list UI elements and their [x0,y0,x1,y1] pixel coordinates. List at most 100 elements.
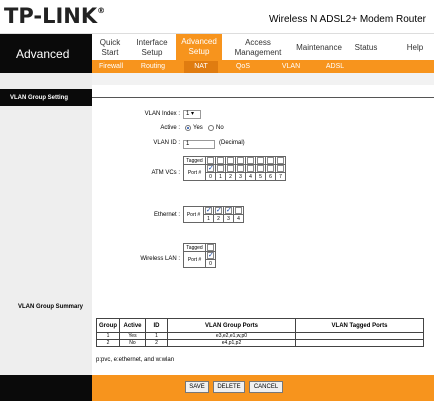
atm-port-checkbox[interactable] [277,165,284,172]
eth-port-checkbox[interactable] [225,206,232,214]
active-no-label: No [216,125,224,131]
subnav-firewall[interactable]: Firewall [94,61,128,73]
cell [295,332,424,340]
model-name: Wireless N ADSL2+ Modem Router [268,14,426,25]
vlan-index-select[interactable]: 1 ▾ [183,110,201,119]
chevron-down-icon: ▾ [191,111,195,117]
cell: No [119,339,146,347]
col-group-ports: VLAN Group Ports [167,318,296,333]
subnav-adsl[interactable]: ADSL [318,61,352,73]
eth-port-checkbox[interactable] [235,207,242,214]
summary-title: VLAN Group Summary [18,304,84,310]
subnav-vlan[interactable]: VLAN [274,61,308,73]
tagged-label: Tagged [183,243,206,252]
vlan-id-hint: (Decimal) [219,140,245,146]
atm-port-checkbox[interactable] [267,165,274,172]
summary-table: Group Active ID VLAN Group Ports VLAN Ta… [96,318,424,347]
col-group: Group [96,318,120,333]
atm-port-number: 7 [275,172,286,181]
port-label: Port # [183,164,206,181]
cell [295,339,424,347]
col-tagged-ports: VLAN Tagged Ports [295,318,424,333]
col-id: ID [145,318,168,333]
nav-status[interactable]: Status [348,35,384,60]
atm-port-checkbox[interactable] [207,164,214,172]
atm-tagged-checkbox[interactable] [227,157,234,164]
atm-tagged-checkbox[interactable] [247,157,254,164]
port-label: Port # [183,206,204,223]
col-active: Active [119,318,146,333]
table-row: 1 Yes 1 e3,e2,e1,w,p0 [96,332,424,340]
active-yes-label: Yes [193,125,203,131]
active-label: Active : [160,125,180,131]
atm-tagged-checkbox[interactable] [267,157,274,164]
ethernet-label: Ethernet : [153,212,180,218]
cell: 1 [145,332,168,340]
cell: 2 [96,339,120,347]
atm-tagged-checkbox[interactable] [217,157,224,164]
nav-interface-setup[interactable]: Interface Setup [130,35,174,60]
delete-button[interactable]: DELETE [213,381,245,393]
atm-tagged-checkbox[interactable] [257,157,264,164]
active-yes-radio[interactable] [185,125,191,131]
subnav-nat[interactable]: NAT [184,61,218,73]
cell: e3,e2,e1,w,p0 [167,332,296,340]
atm-tagged-checkbox[interactable] [237,157,244,164]
atm-tagged-checkbox[interactable] [207,157,214,164]
tp-link-logo: TP-LINK® [4,4,106,28]
main-nav: Advanced Quick Start Interface Setup Adv… [0,33,434,74]
header: TP-LINK® Wireless N ADSL2+ Modem Router [0,0,434,33]
vlan-id-input[interactable]: 1 [183,140,215,149]
vlan-id-label: VLAN ID : [153,140,180,146]
atm-port-checkbox[interactable] [217,165,224,172]
nav-quick-start[interactable]: Quick Start [92,35,128,60]
section-divider [92,97,434,98]
cell: e4,p1,p2 [167,339,296,347]
atm-port-number: 6 [265,172,276,181]
atm-port-number: 1 [215,172,226,181]
eth-port-checkbox[interactable] [205,206,212,214]
nav-brand: Advanced [0,34,92,74]
legend-note: p:pvc, e:ethernet, and w:wlan [96,357,175,363]
nav-help[interactable]: Help [400,35,430,60]
port-label: Port # [183,251,206,268]
sidebar [0,73,92,375]
cell: 2 [145,339,168,347]
ethernet-grid: Port # 1 2 3 4 [183,206,244,223]
atm-vcs-grid: Tagged Port # 0 1 2 3 4 5 6 7 [183,156,286,181]
wl-port-number: 0 [205,259,216,268]
cell: 1 [96,332,120,340]
save-button[interactable]: SAVE [185,381,209,393]
table-row: 2 No 2 e4,p1,p2 [96,339,424,347]
wl-port-checkbox[interactable] [207,251,214,259]
cancel-button[interactable]: CANCEL [249,381,283,393]
nav-advanced-setup[interactable]: Advanced Setup [176,34,222,60]
eth-port-number: 3 [223,214,234,223]
eth-port-number: 4 [233,214,244,223]
cell: Yes [119,332,146,340]
atm-vcs-label: ATM VCs : [151,170,180,176]
wireless-grid: Tagged Port # 0 [183,243,216,268]
sub-nav: Firewall Routing NAT QoS VLAN ADSL [92,60,434,74]
eth-port-checkbox[interactable] [215,206,222,214]
footer-left [0,375,92,401]
atm-port-checkbox[interactable] [247,165,254,172]
atm-port-checkbox[interactable] [227,165,234,172]
wireless-lan-label: Wireless LAN : [140,256,180,262]
atm-port-checkbox[interactable] [237,165,244,172]
atm-port-number: 4 [245,172,256,181]
subnav-routing[interactable]: Routing [136,61,170,73]
section-title: VLAN Group Setting [0,89,92,106]
subnav-qos[interactable]: QoS [226,61,260,73]
atm-port-checkbox[interactable] [257,165,264,172]
atm-port-number: 5 [255,172,266,181]
tagged-label: Tagged [183,156,206,165]
eth-port-number: 2 [213,214,224,223]
wl-tagged-checkbox[interactable] [207,244,214,251]
active-no-radio[interactable] [208,125,214,131]
nav-maintenance[interactable]: Maintenance [292,35,346,60]
atm-tagged-checkbox[interactable] [277,157,284,164]
nav-access-management[interactable]: Access Management [226,35,290,60]
atm-port-number: 0 [205,172,216,181]
eth-port-number: 1 [203,214,214,223]
